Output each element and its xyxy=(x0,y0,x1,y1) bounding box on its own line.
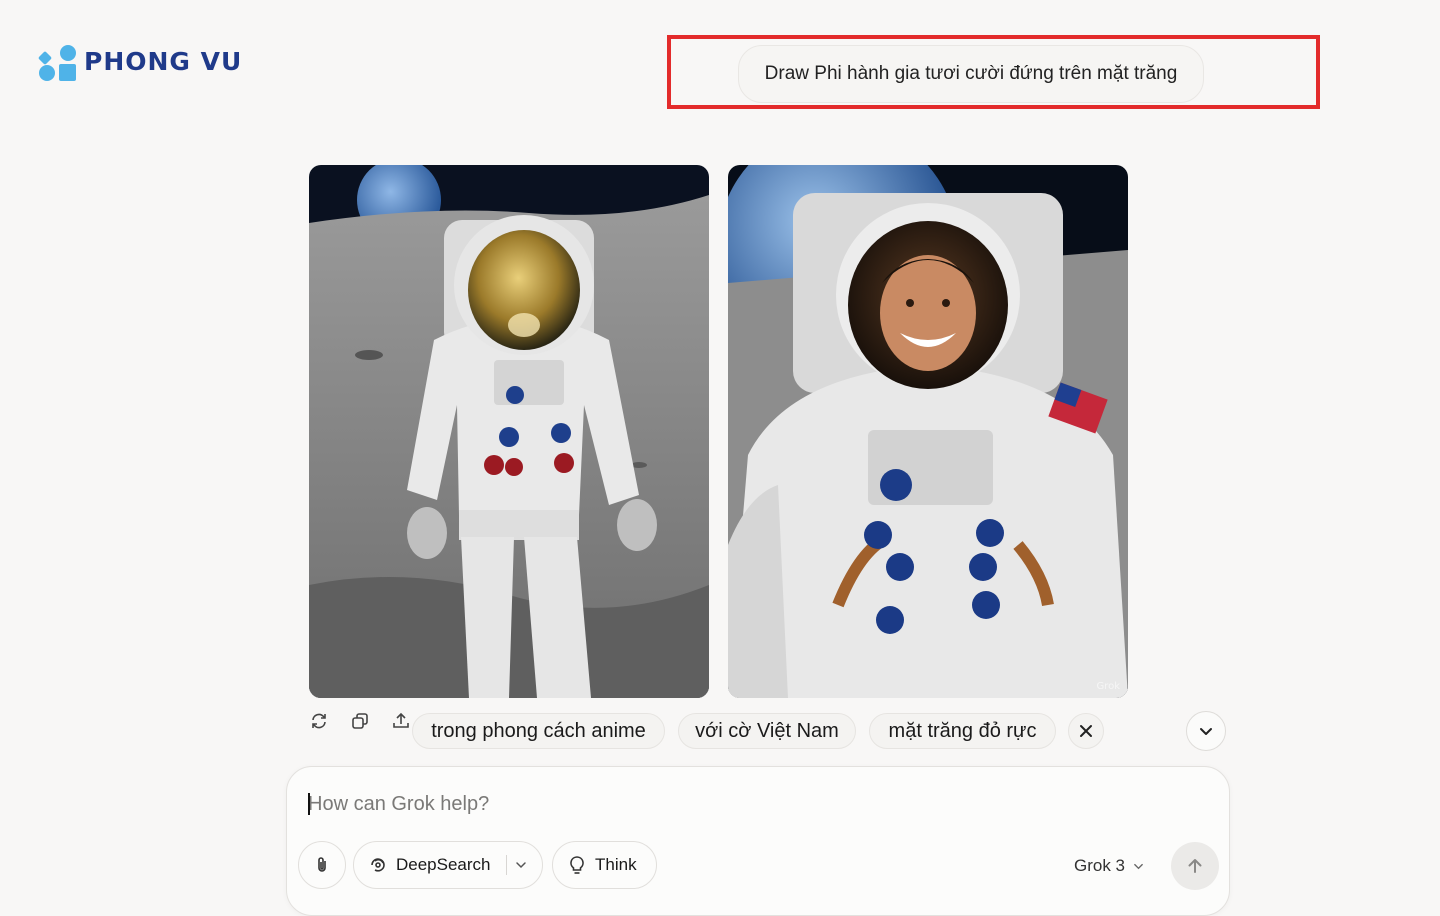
deepsearch-button[interactable]: DeepSearch xyxy=(353,841,543,889)
chevron-down-icon xyxy=(1134,863,1143,869)
suggestion-chip-red-moon[interactable]: mặt trăng đỏ rực xyxy=(869,713,1056,749)
astronaut-full-body-image xyxy=(309,165,709,698)
divider xyxy=(505,855,507,875)
generated-image-1[interactable] xyxy=(309,165,709,698)
deepsearch-label: DeepSearch xyxy=(396,855,491,874)
model-selector[interactable]: Grok 3 xyxy=(1074,855,1144,877)
chat-composer: DeepSearch Think Grok 3 xyxy=(286,766,1230,916)
paperclip-icon xyxy=(318,857,326,872)
model-name: Grok 3 xyxy=(1074,856,1126,875)
copy-icon[interactable] xyxy=(348,709,372,733)
user-prompt-text: Draw Phi hành gia tươi cười đứng trên mặ… xyxy=(764,63,1178,84)
attach-button[interactable] xyxy=(298,841,346,889)
suggestion-chip-anime[interactable]: trong phong cách anime xyxy=(412,713,665,749)
think-button[interactable]: Think xyxy=(552,841,657,889)
user-prompt-bubble: Draw Phi hành gia tươi cười đứng trên mặ… xyxy=(738,45,1204,103)
suggestion-label: với cờ Việt Nam xyxy=(695,719,839,742)
lightbulb-icon xyxy=(570,856,584,874)
text-caret xyxy=(308,793,310,815)
share-icon[interactable] xyxy=(389,709,413,733)
generated-image-2[interactable]: Grok xyxy=(728,165,1128,698)
suggestion-chip-vietnam-flag[interactable]: với cờ Việt Nam xyxy=(678,713,856,749)
dismiss-suggestions-button[interactable] xyxy=(1068,713,1104,749)
scroll-down-button[interactable] xyxy=(1186,711,1226,751)
regenerate-icon[interactable] xyxy=(307,709,331,733)
think-label: Think xyxy=(595,855,637,874)
deepsearch-icon xyxy=(371,858,385,872)
chevron-down-icon xyxy=(1200,728,1212,735)
svg-text:Grok: Grok xyxy=(1096,681,1120,692)
suggestion-label: mặt trăng đỏ rực xyxy=(888,719,1037,742)
suggestion-label: trong phong cách anime xyxy=(431,719,646,742)
logo-mark-icon xyxy=(38,45,76,81)
chevron-down-icon[interactable] xyxy=(515,859,527,871)
send-button[interactable] xyxy=(1171,842,1219,890)
astronaut-smiling-image: Grok xyxy=(728,165,1128,698)
arrow-up-icon xyxy=(1188,859,1202,873)
logo-text: PHONG VU xyxy=(84,47,243,76)
phong-vu-logo: PHONG VU xyxy=(38,43,242,81)
close-icon xyxy=(1080,725,1092,737)
chat-input[interactable] xyxy=(308,789,1188,819)
